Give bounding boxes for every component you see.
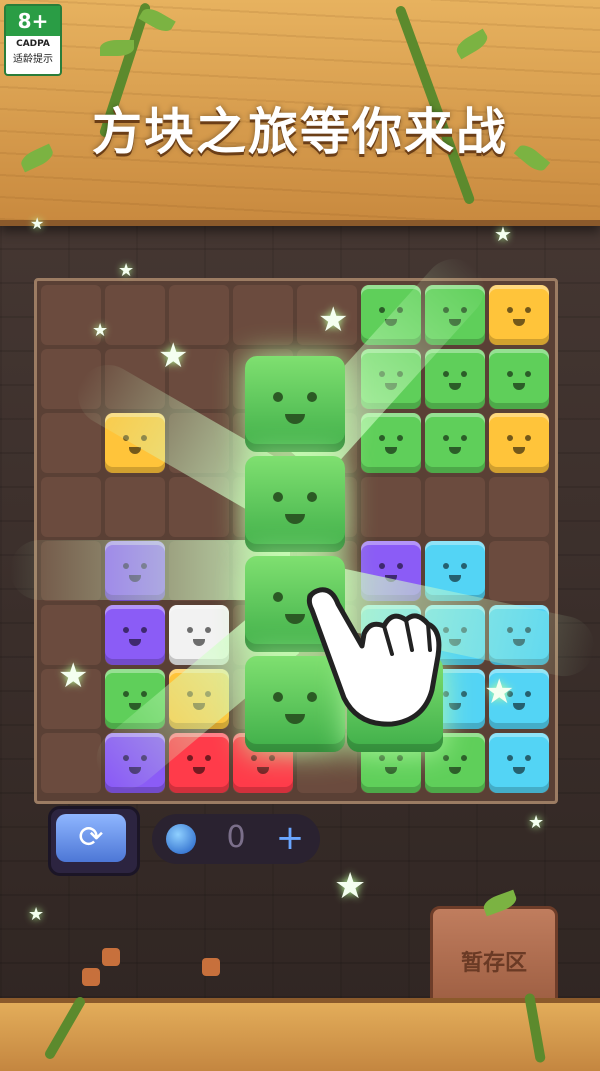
star-icon: ★ (58, 656, 89, 696)
star-icon: ★ (484, 672, 515, 712)
storage-area[interactable]: 暂存区 (430, 889, 558, 1012)
bottom-wood-bar (0, 992, 600, 1071)
star-icon: ★ (28, 904, 45, 925)
star-icon: ★ (118, 260, 135, 281)
vine (43, 995, 87, 1061)
game-block[interactable] (489, 733, 549, 793)
page-title: 方块之旅等你来战 (92, 103, 508, 161)
refresh-button[interactable]: ⟳ (48, 806, 140, 876)
star-icon: ★ (158, 336, 189, 376)
board-cell[interactable] (361, 477, 421, 537)
game-block[interactable] (105, 605, 165, 665)
block-face-icon (489, 285, 549, 345)
leaf (453, 28, 491, 60)
add-gem-button[interactable]: + (270, 818, 310, 858)
block-face-icon (105, 605, 165, 665)
star-icon: ★ (318, 300, 349, 340)
game-block[interactable] (425, 413, 485, 473)
game-block[interactable] (489, 413, 549, 473)
age-rating-badge: 8+ CADPA 适龄提示 (4, 4, 62, 76)
board-cell[interactable] (41, 477, 101, 537)
age-rating-text: 适龄提示 (13, 54, 53, 65)
star-icon: ★ (334, 866, 367, 907)
board-cell[interactable] (489, 477, 549, 537)
block-face-icon (489, 413, 549, 473)
board-cell[interactable] (105, 285, 165, 345)
game-block[interactable] (425, 349, 485, 409)
star-icon: ★ (528, 812, 545, 833)
board-cell[interactable] (105, 477, 165, 537)
block-face-icon (489, 733, 549, 793)
game-block[interactable] (489, 285, 549, 345)
tutorial-hand-icon (300, 580, 450, 730)
board-cell[interactable] (41, 413, 101, 473)
mini-block (82, 968, 100, 986)
star-icon: ★ (494, 222, 512, 246)
game-block[interactable] (489, 349, 549, 409)
board-cell[interactable] (489, 541, 549, 601)
block-face-icon (425, 349, 485, 409)
star-icon: ★ (92, 320, 109, 341)
big-green-block[interactable] (245, 356, 345, 452)
gem-icon (166, 824, 196, 854)
mini-block (102, 948, 120, 966)
age-rating-number: 8+ (6, 6, 60, 36)
board-cell[interactable] (425, 477, 485, 537)
storage-label: 暂存区 (460, 951, 527, 976)
refresh-icon: ⟳ (78, 820, 104, 855)
gem-count: 0 (226, 820, 246, 855)
top-banner: 方块之旅等你来战 (0, 0, 600, 226)
board-cell[interactable] (41, 733, 101, 793)
big-green-block[interactable] (245, 456, 345, 552)
gem-counter: 0 + (152, 814, 320, 864)
board-cell[interactable] (233, 285, 293, 345)
mini-block (202, 958, 220, 976)
vine (523, 992, 547, 1064)
age-rating-org: CADPA (16, 39, 50, 49)
block-face-icon (425, 413, 485, 473)
leaf (100, 40, 134, 56)
star-icon: ★ (30, 214, 45, 233)
block-face-icon (489, 349, 549, 409)
leaf (138, 4, 176, 36)
